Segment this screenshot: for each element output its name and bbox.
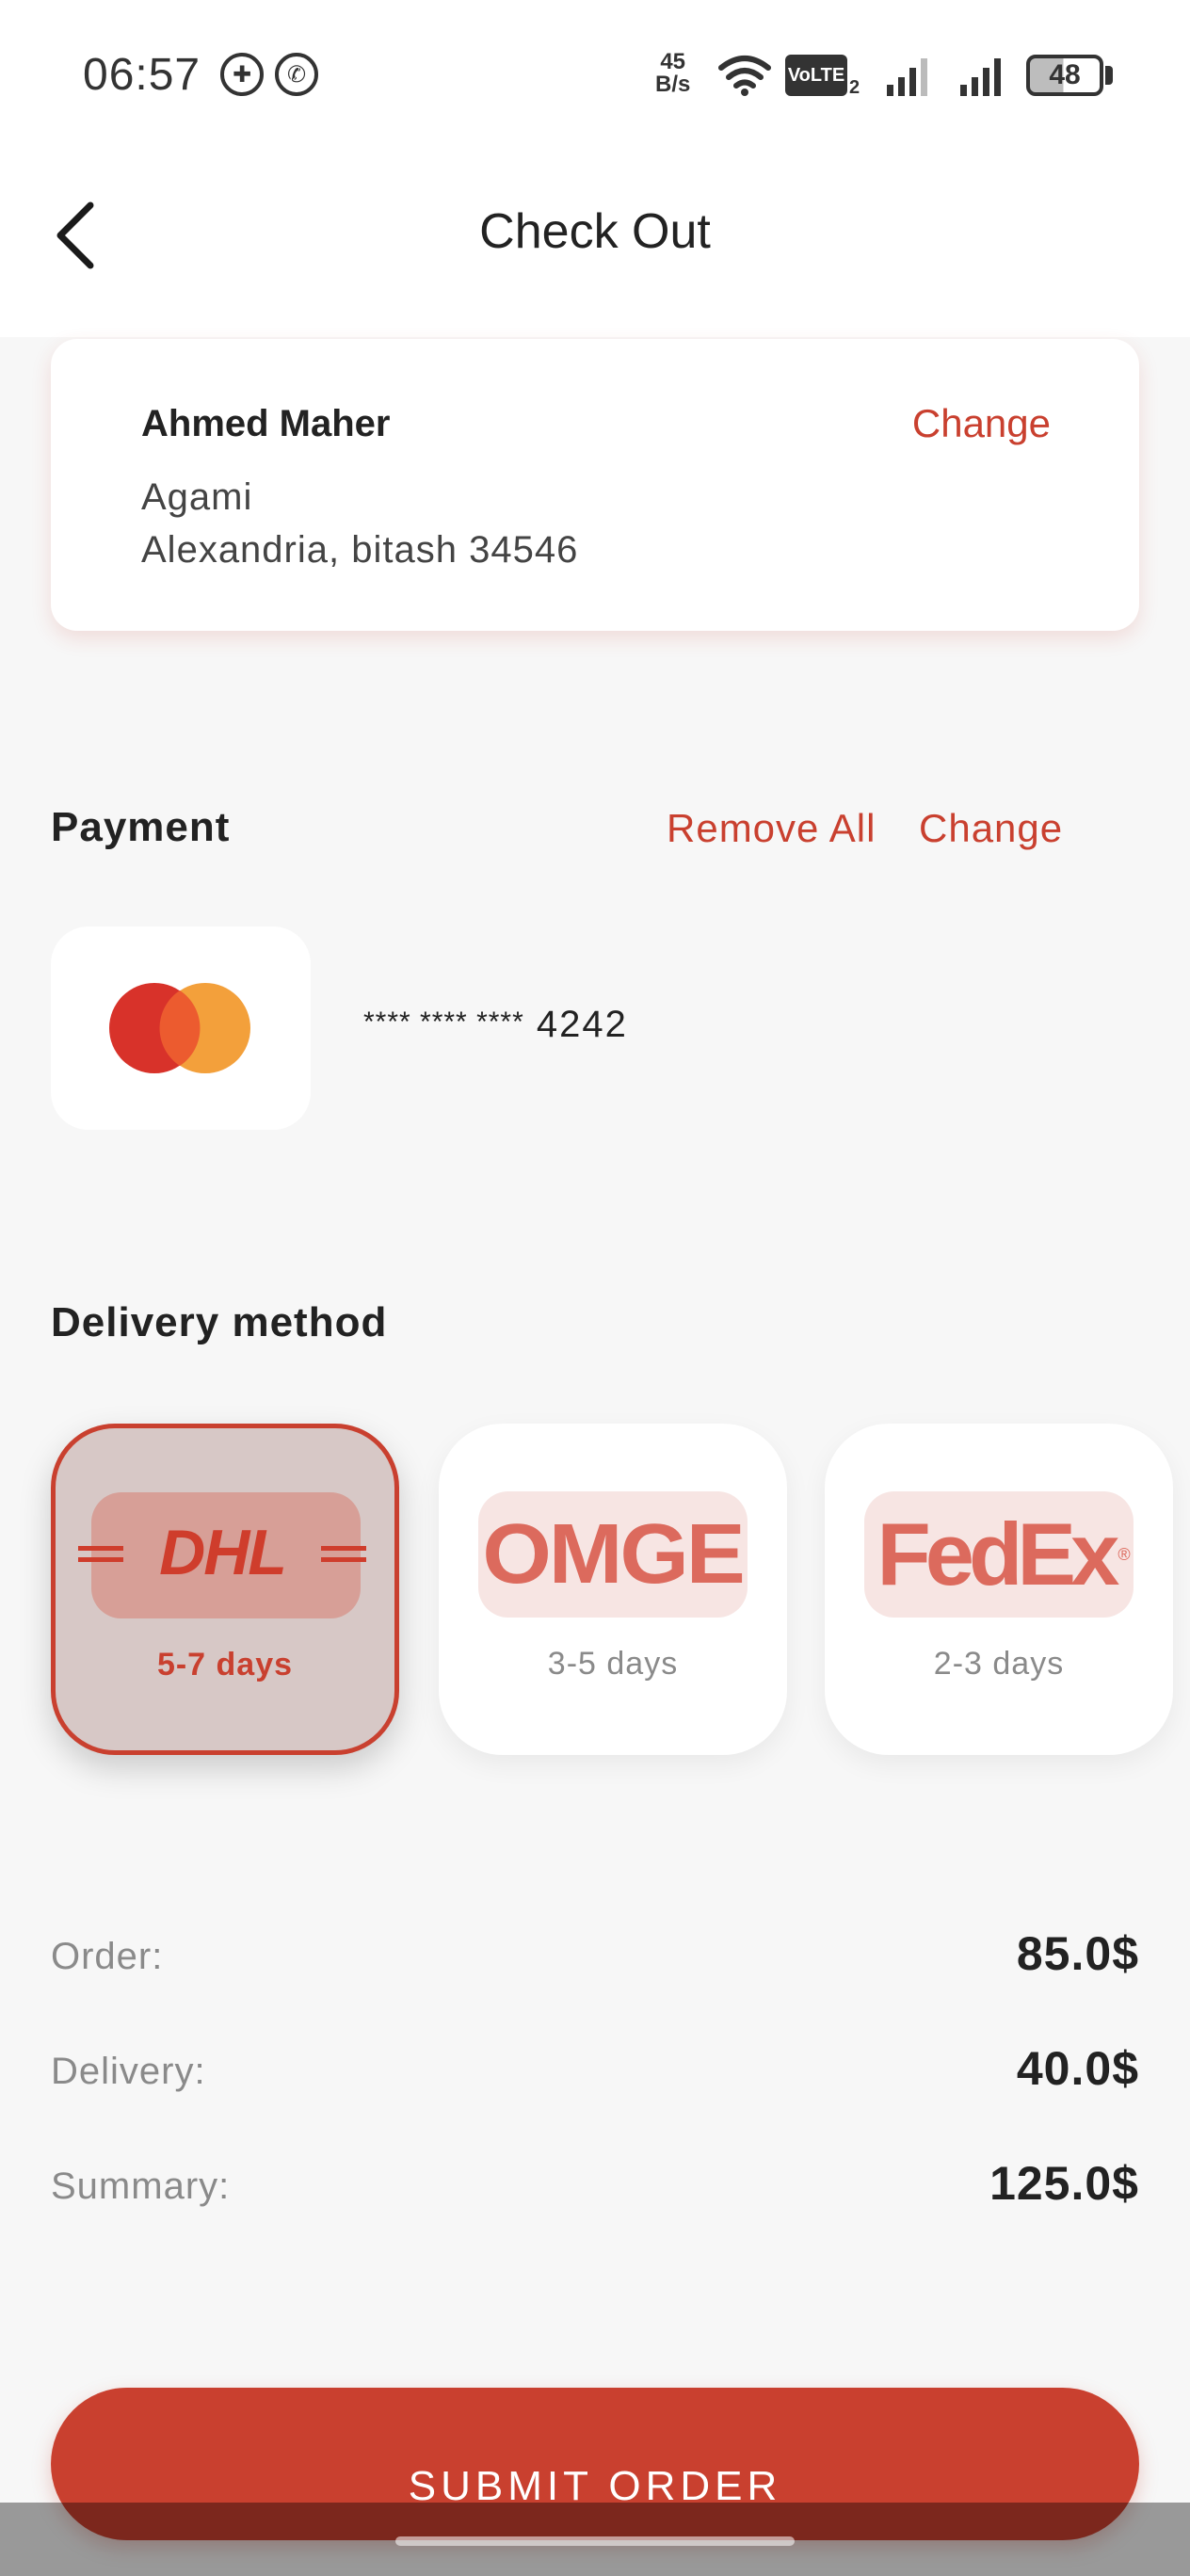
delivery-option-dhl[interactable]: DHL 5-7 days: [51, 1424, 399, 1755]
order-label: Order:: [51, 1936, 164, 1977]
battery-tip: [1105, 66, 1113, 85]
svg-text:DHL: DHL: [159, 1518, 285, 1588]
whatsapp-icon: ✆: [275, 53, 318, 96]
delivery-days-fedex: 2-3 days: [933, 1646, 1065, 1682]
card-last4: 4242: [536, 1004, 628, 1045]
payment-card-logo[interactable]: [51, 926, 311, 1130]
wifi-icon: [718, 56, 771, 96]
card-number: **** **** **** 4242: [363, 1004, 628, 1046]
remove-all-button[interactable]: Remove All: [667, 806, 876, 851]
delivery-value: 40.0$: [1016, 2042, 1139, 2095]
delivery-label: Delivery:: [51, 2051, 206, 2092]
battery-indicator: 48: [1026, 55, 1103, 96]
activity-icon: ✚: [220, 53, 264, 96]
address-line-2: Alexandria, bitash 34546: [141, 529, 579, 571]
signal-sim1-icon: [887, 58, 927, 96]
payment-section-title: Payment: [51, 804, 231, 850]
registered-mark-icon: ®: [1118, 1544, 1131, 1564]
summary-label: Summary:: [51, 2165, 231, 2207]
delivery-option-omge[interactable]: OMGE 3-5 days: [439, 1424, 787, 1755]
delivery-days-dhl: 5-7 days: [156, 1647, 294, 1682]
delivery-option-fedex[interactable]: FedEx ® 2-3 days: [825, 1424, 1173, 1755]
app-header: Check Out: [0, 151, 1190, 337]
address-line-1: Agami: [141, 476, 253, 518]
change-payment-button[interactable]: Change: [919, 806, 1063, 851]
delivery-section-title: Delivery method: [51, 1299, 388, 1345]
status-time: 06:57: [83, 50, 201, 100]
delivery-days-omge: 3-5 days: [547, 1646, 679, 1682]
mastercard-icon: [109, 983, 250, 1073]
page-title: Check Out: [479, 204, 711, 259]
network-speed-unit: B/s: [655, 72, 691, 97]
summary-value: 125.0$: [989, 2157, 1139, 2210]
change-address-button[interactable]: Change: [912, 401, 1051, 446]
status-bar: 06:57 ✚ ✆ 45 B/s VoLTE 2 48: [0, 0, 1190, 151]
order-value: 85.0$: [1016, 1927, 1139, 1980]
volte-sim-number: 2: [849, 77, 860, 98]
shipping-address-card: Ahmed Maher Change Agami Alexandria, bit…: [51, 339, 1139, 631]
address-name: Ahmed Maher: [141, 403, 391, 444]
signal-sim2-icon: [960, 58, 1001, 96]
omge-logo: OMGE: [478, 1491, 748, 1618]
fedex-logo: FedEx ®: [864, 1491, 1134, 1618]
network-speed-value: 45: [660, 49, 686, 74]
omge-logo-text: OMGE: [482, 1506, 746, 1602]
home-gesture-handle[interactable]: [395, 2536, 795, 2546]
volte-badge: VoLTE: [785, 55, 847, 96]
dhl-logo-icon: DHL: [78, 1518, 366, 1588]
card-number-mask: **** **** ****: [363, 1006, 524, 1038]
network-speed: 45 B/s: [655, 51, 690, 96]
dhl-logo: DHL: [78, 1492, 366, 1618]
fedex-logo-text: FedEx: [876, 1505, 1119, 1603]
